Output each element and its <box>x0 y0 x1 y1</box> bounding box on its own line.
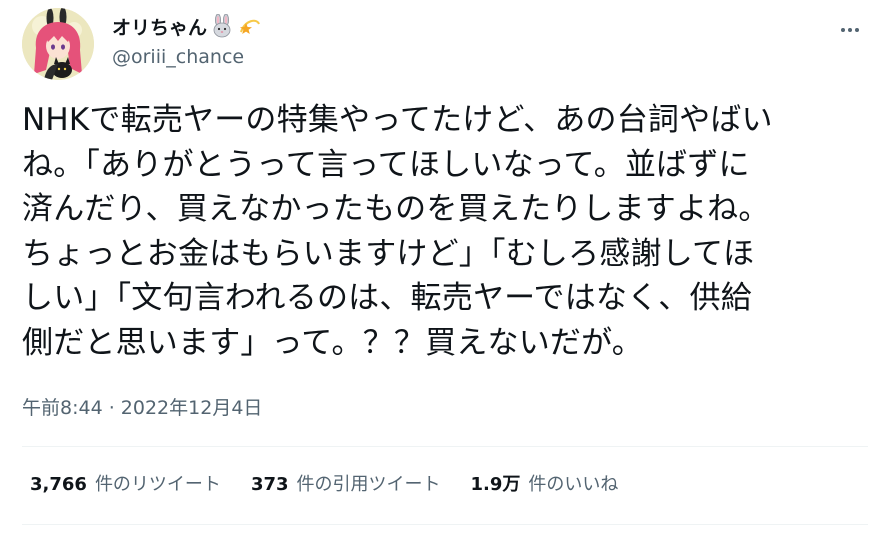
quote-tweets-stat[interactable]: 373 件の引用ツイート <box>251 470 441 496</box>
tweet-timestamp[interactable]: 午前8:44 · 2022年12月4日 <box>22 393 262 420</box>
rabbit-face-icon <box>210 13 234 38</box>
author-names: オリちゃん @oriii_chance <box>112 12 261 68</box>
user-handle[interactable]: @oriii_chance <box>112 46 261 68</box>
quote-label: 件の引用ツイート <box>296 474 441 495</box>
tweet-text-line: ね。「ありがとうって言ってほしいなって。並ばずに <box>22 146 750 183</box>
tweet-text-line: 側だと思います」って。？？買えないだが。 <box>22 324 643 361</box>
tweet-text-line: しい」「文句言われるのは、転売ヤーではなく、供給 <box>22 280 752 317</box>
tweet-card: オリちゃん @oriii_chance NHKで転売ヤーの特集やってたけど、あの… <box>0 0 890 533</box>
dizzy-star-icon <box>237 14 261 38</box>
like-label: 件のいいね <box>528 474 619 495</box>
display-name[interactable]: オリちゃん <box>112 13 207 40</box>
tweet-text-line: 済んだり、買えなかったものを買えたりしますよね。 <box>22 191 770 228</box>
like-count: 1.9万 <box>470 474 521 495</box>
avatar-illustration <box>22 8 94 80</box>
display-name-row: オリちゃん <box>112 12 261 40</box>
more-options-button[interactable] <box>836 16 864 44</box>
likes-stat[interactable]: 1.9万 件のいいね <box>471 470 619 496</box>
retweet-count: 3,766 <box>30 474 87 495</box>
tweet-text-line: ちょっとお金はもらいますけど」「むしろ感謝してほ <box>22 235 755 272</box>
more-dots-icon <box>841 28 859 32</box>
divider <box>22 524 868 525</box>
quote-count: 373 <box>250 474 289 495</box>
avatar[interactable] <box>22 8 94 80</box>
tweet-text: NHKで転売ヤーの特集やってたけど、あの台詞やばい ね。「ありがとうって言ってほ… <box>22 98 872 366</box>
engagement-stats: 3,766 件のリツイート 373 件の引用ツイート 1.9万 件のいいね <box>30 470 648 496</box>
tweet-text-line: NHKで転売ヤーの特集やってたけど、あの台詞やばい <box>22 102 773 138</box>
retweets-stat[interactable]: 3,766 件のリツイート <box>30 470 221 496</box>
divider <box>22 446 868 447</box>
retweet-label: 件のリツイート <box>94 474 221 495</box>
tweet-header: オリちゃん @oriii_chance <box>22 8 872 80</box>
